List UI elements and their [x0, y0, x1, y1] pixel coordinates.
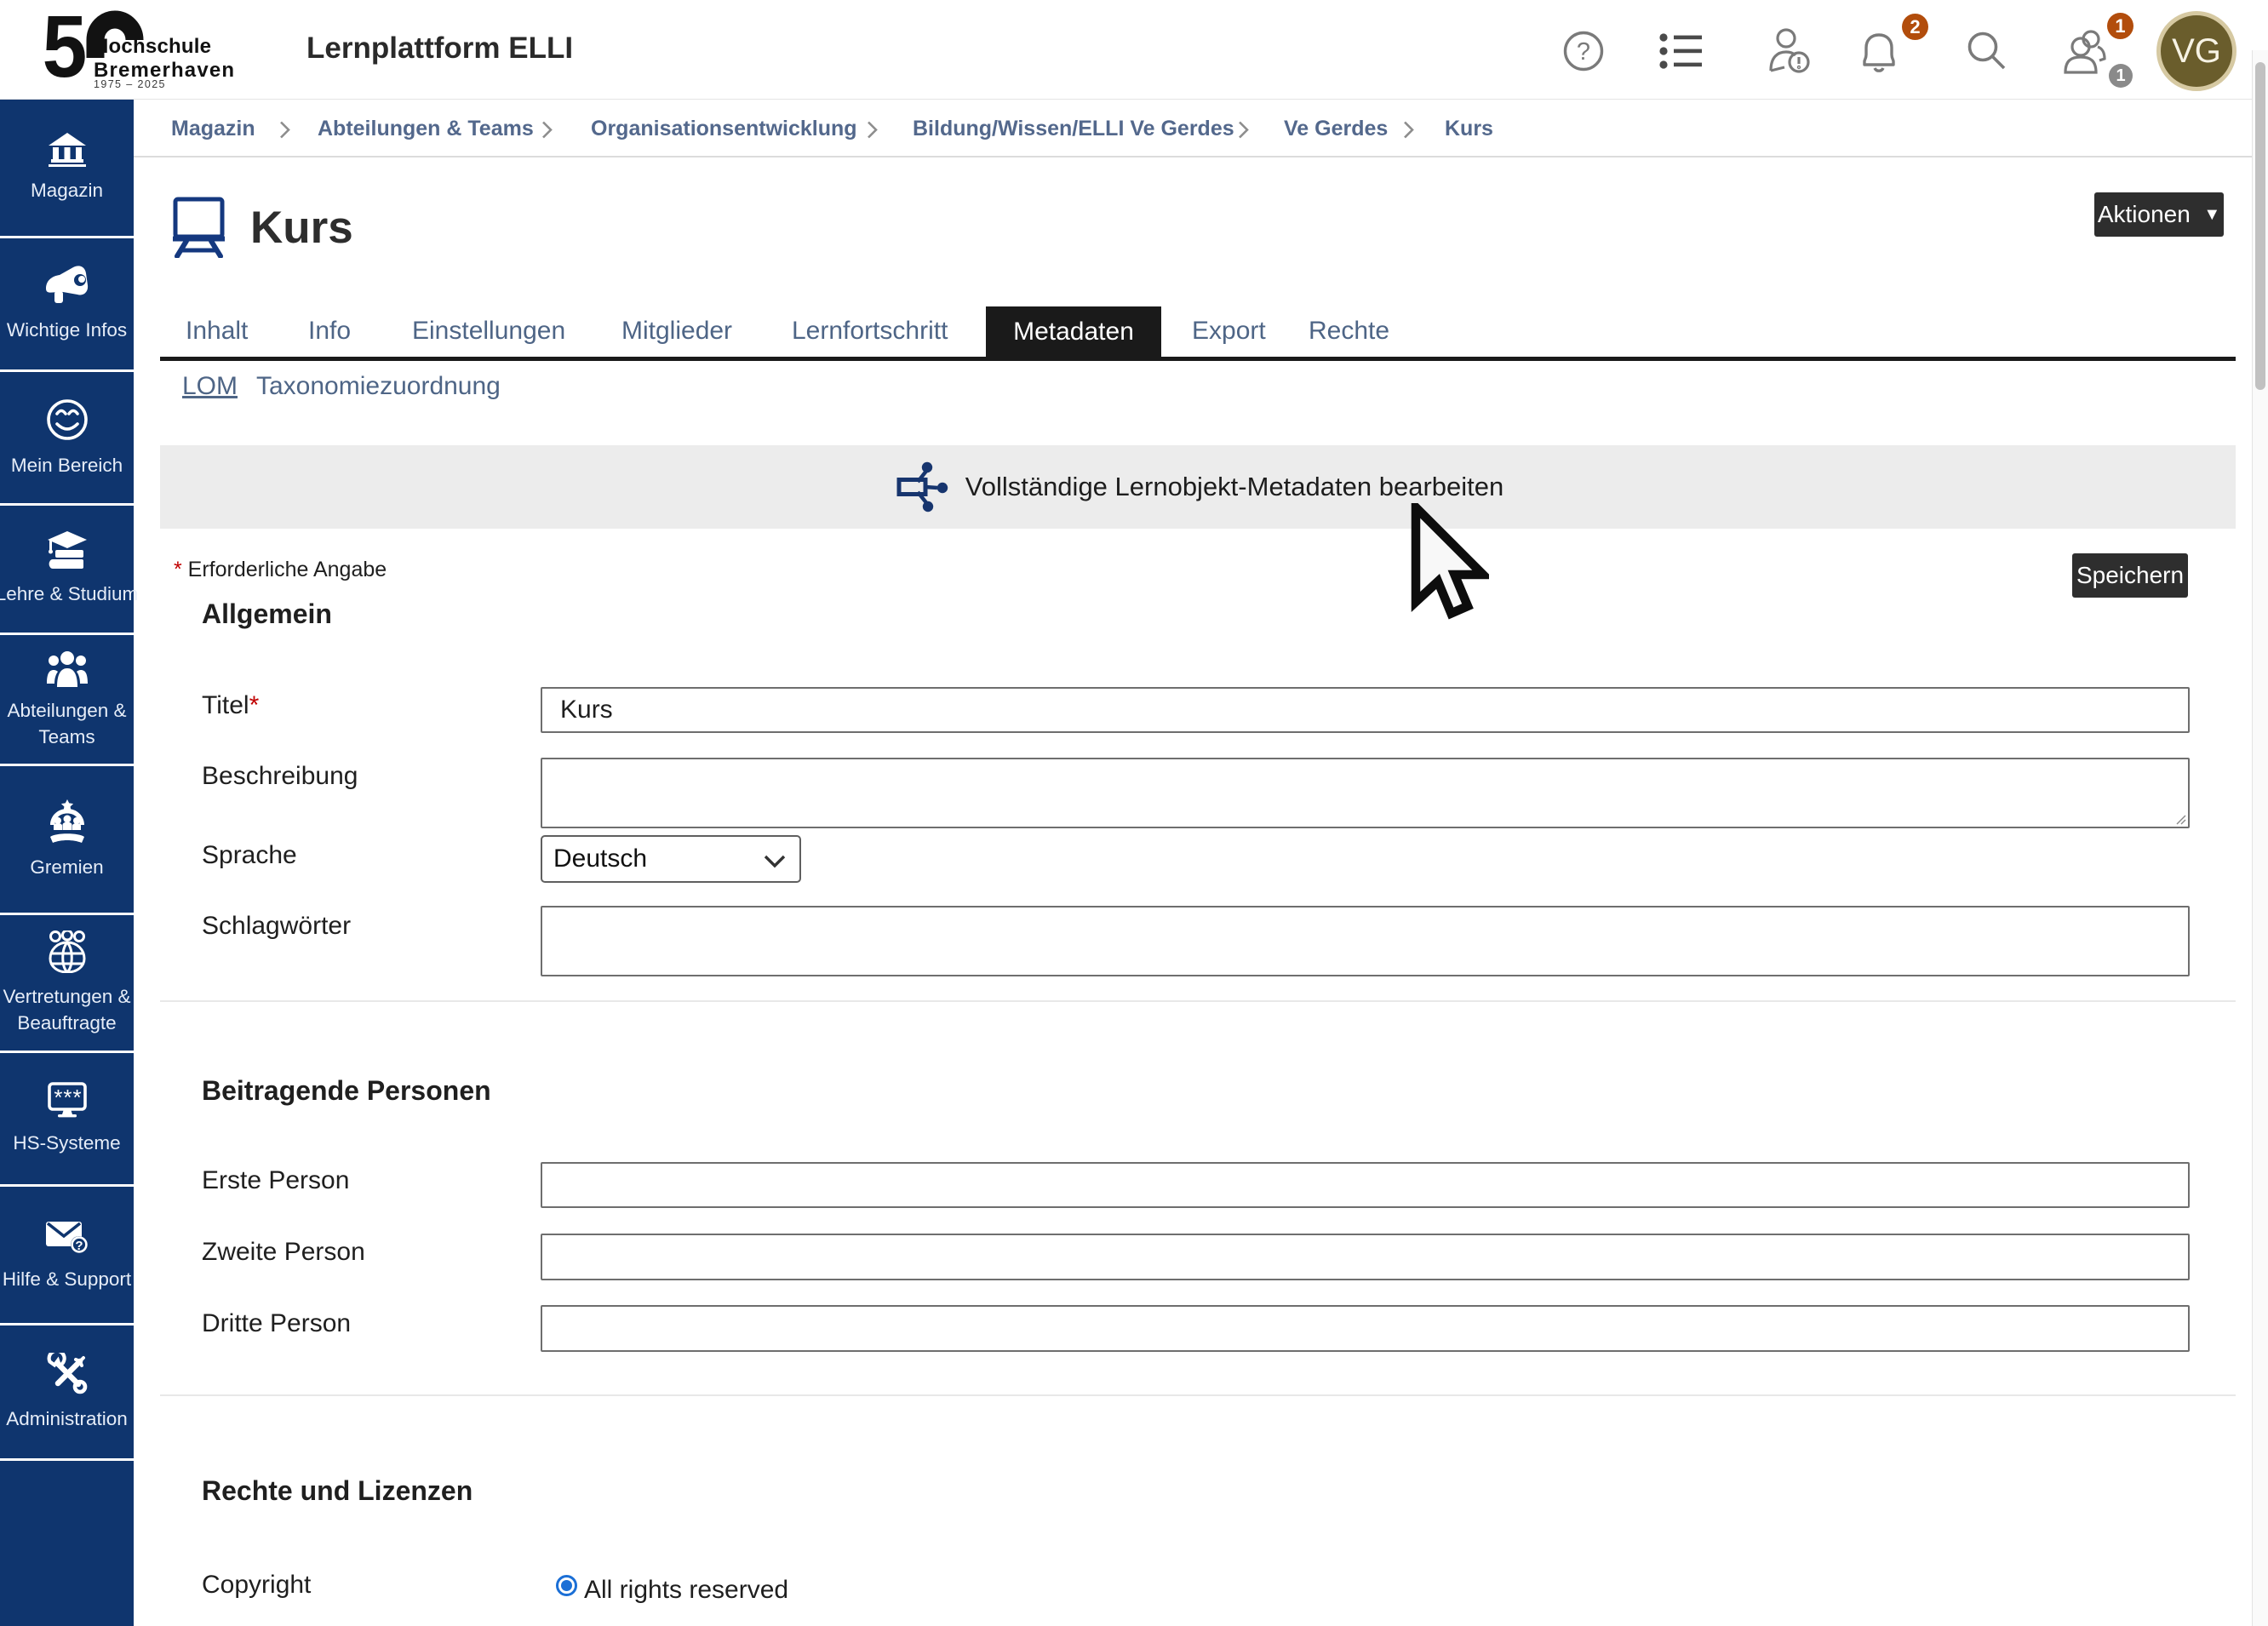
svg-text:5: 5	[43, 5, 88, 95]
svg-text:***: ***	[54, 1085, 82, 1110]
svg-text:?: ?	[1577, 38, 1590, 66]
svg-text:1975 – 2025: 1975 – 2025	[94, 78, 166, 90]
svg-text:Hochschule: Hochschule	[94, 35, 211, 58]
svg-text:?: ?	[75, 1239, 83, 1253]
